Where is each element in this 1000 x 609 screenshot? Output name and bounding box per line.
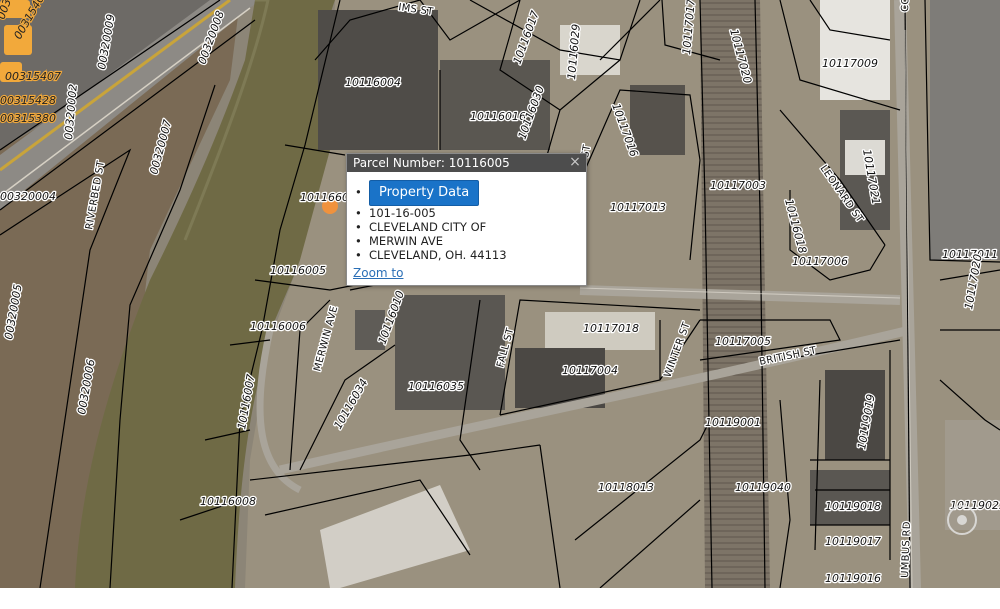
parcel-label: 10119023 bbox=[950, 499, 1000, 512]
parcel-label: 10116035 bbox=[408, 380, 464, 393]
list-item: MERWIN AVE bbox=[351, 234, 586, 248]
parcel-details-list: Property Data 101-16-005 CLEVELAND CITY … bbox=[351, 178, 586, 262]
close-icon[interactable]: × bbox=[568, 154, 582, 172]
parcel-label: 10117003 bbox=[710, 179, 766, 192]
street-label-columbus: UMBUS RD bbox=[900, 521, 913, 578]
parcel-label: 10116008 bbox=[200, 495, 256, 508]
parcel-popup: Parcel Number: 10116005 × Property Data … bbox=[346, 153, 587, 286]
parcel-label: 10118013 bbox=[598, 481, 654, 494]
parcel-label: 00315428 bbox=[0, 94, 56, 107]
parcel-label: 10116005 bbox=[270, 264, 326, 277]
parcel-label: 10119017 bbox=[825, 535, 881, 548]
parcel-label: 10117018 bbox=[583, 322, 639, 335]
parcel-label: 00315407 bbox=[5, 70, 61, 83]
parcel-label: 00315380 bbox=[0, 112, 56, 125]
list-item: CLEVELAND CITY OF bbox=[351, 220, 586, 234]
street-label-co: CO bbox=[900, 0, 912, 12]
list-item: Property Data bbox=[351, 178, 586, 206]
map-view[interactable]: 10116004 10116016 10116030 10116017 1011… bbox=[0, 0, 1000, 588]
parcel-label: 10119018 bbox=[825, 500, 881, 513]
aerial-map-canvas[interactable]: 10116004 10116016 10116030 10116017 1011… bbox=[0, 0, 1000, 588]
parcel-label: 10116016 bbox=[470, 110, 526, 123]
parcel-label: 00320004 bbox=[0, 190, 56, 203]
parcel-label: 10116004 bbox=[345, 76, 401, 89]
list-item: CLEVELAND, OH. 44113 bbox=[351, 248, 586, 262]
parcel-label: 10117009 bbox=[822, 57, 878, 70]
popup-title: Parcel Number: 10116005 bbox=[353, 156, 510, 170]
zoom-to-link[interactable]: Zoom to bbox=[353, 266, 586, 280]
parcel-label: 10116006 bbox=[250, 320, 306, 333]
list-item: 101-16-005 bbox=[351, 206, 586, 220]
parcel-label: 10117013 bbox=[610, 201, 666, 214]
popup-body: Property Data 101-16-005 CLEVELAND CITY … bbox=[347, 178, 586, 280]
parcel-label: 10119001 bbox=[705, 416, 761, 429]
parcel-label: 10117006 bbox=[792, 255, 848, 268]
parcel-label: 10119040 bbox=[735, 481, 791, 494]
parcel-label: 10117005 bbox=[715, 335, 771, 348]
property-data-button[interactable]: Property Data bbox=[369, 179, 480, 206]
parcel-label: 10117004 bbox=[562, 364, 618, 377]
parcel-label: 10119016 bbox=[825, 572, 881, 585]
popup-header: Parcel Number: 10116005 × bbox=[347, 154, 586, 172]
